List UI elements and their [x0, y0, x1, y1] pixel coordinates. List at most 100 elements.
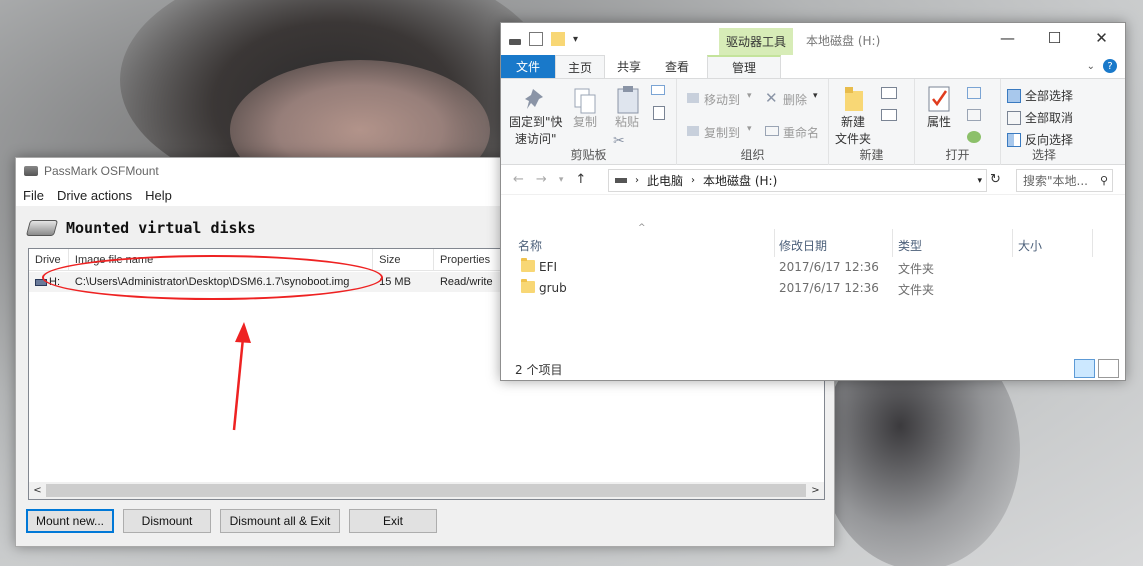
back-icon[interactable]: ← [513, 172, 524, 187]
recent-dropdown-icon[interactable]: ▾ [559, 175, 564, 185]
scrollbar-thumb[interactable] [46, 484, 806, 497]
select-none-button[interactable]: 全部取消 [1025, 109, 1073, 126]
window-controls: — ☐ ✕ [984, 23, 1125, 53]
paste-button[interactable]: 粘贴 [615, 113, 639, 130]
file-date: 2017/6/17 12:36 [779, 281, 879, 295]
select-none-icon [1007, 111, 1021, 125]
copy-button[interactable]: 复制 [573, 113, 597, 130]
horizontal-scrollbar[interactable]: < > [29, 482, 824, 499]
delete-dropdown-icon[interactable]: ▾ [813, 91, 818, 101]
search-icon[interactable]: ⚲ [1100, 174, 1108, 187]
folder-icon [521, 258, 535, 272]
easy-access-icon[interactable] [881, 109, 897, 121]
breadcrumb-drive[interactable]: 本地磁盘 (H:) [703, 172, 777, 189]
maximize-button[interactable]: ☐ [1031, 23, 1078, 53]
scroll-left-icon[interactable]: < [29, 485, 46, 496]
breadcrumb-this-pc[interactable]: 此电脑 [647, 172, 683, 189]
properties-button[interactable]: 属性 [927, 113, 951, 130]
drive-icon [615, 178, 627, 183]
properties-big-icon [928, 86, 950, 112]
delete-button[interactable]: 删除 [783, 91, 807, 108]
scroll-right-icon[interactable]: > [807, 485, 824, 496]
help-icon[interactable]: ? [1103, 59, 1117, 73]
tab-file[interactable]: 文件 [501, 55, 555, 78]
tab-view[interactable]: 查看 [653, 55, 701, 78]
menu-file[interactable]: File [23, 188, 44, 203]
tab-share[interactable]: 共享 [605, 55, 653, 78]
column-divider[interactable] [1092, 229, 1093, 257]
column-size[interactable]: 大小 [1018, 237, 1042, 254]
search-placeholder: 搜索"本地... [1023, 174, 1088, 188]
column-size[interactable]: Size [373, 249, 434, 270]
column-divider[interactable] [774, 229, 775, 257]
group-open: 属性 打开 [915, 79, 1001, 165]
new-folder-icon[interactable] [551, 32, 565, 46]
group-label: 剪贴板 [570, 148, 607, 162]
forward-icon[interactable]: → [536, 172, 547, 187]
rename-icon [765, 126, 779, 136]
dismount-button[interactable]: Dismount [123, 509, 211, 533]
dismount-all-exit-button[interactable]: Dismount all & Exit [220, 509, 340, 533]
folder-icon [521, 279, 535, 293]
copy-icon [574, 88, 596, 114]
cut-path-icon[interactable] [651, 85, 665, 95]
address-dropdown-icon[interactable]: ▾ [977, 176, 982, 186]
exit-button[interactable]: Exit [349, 509, 437, 533]
select-all-button[interactable]: 全部选择 [1025, 87, 1073, 104]
window-title: PassMark OSFMount [44, 164, 159, 178]
group-clipboard: 固定到"快 速访问" 复制 粘贴 ✂ 剪贴板 [501, 79, 677, 165]
group-label: 新建 [859, 148, 884, 162]
move-to-button[interactable]: 移动到 [704, 91, 740, 108]
menu-drive-actions[interactable]: Drive actions [57, 188, 132, 203]
sort-ascending-icon: ^ [638, 223, 646, 233]
up-icon[interactable]: ↑ [575, 172, 586, 187]
mount-new-button[interactable]: Mount new... [26, 509, 114, 533]
pin-to-quick-access-button[interactable]: 固定到"快 [509, 113, 563, 130]
history-icon[interactable] [967, 131, 981, 143]
large-icons-view-icon[interactable] [1098, 359, 1119, 378]
list-item[interactable]: EFI 2017/6/17 12:36 文件夹 [501, 257, 1125, 278]
details-view-icon[interactable] [1074, 359, 1095, 378]
group-label: 选择 [1031, 148, 1056, 162]
ribbon-expand-icon[interactable]: ⌄ [1087, 61, 1095, 72]
column-divider[interactable] [892, 229, 893, 257]
file-date: 2017/6/17 12:36 [779, 260, 879, 274]
close-button[interactable]: ✕ [1078, 23, 1125, 53]
group-organize: 移动到 ▾ 复制到 ▾ ✕ 删除 ▾ 重命名 组织 [677, 79, 829, 165]
refresh-icon[interactable]: ↻ [990, 172, 1001, 187]
column-divider[interactable] [1012, 229, 1013, 257]
edit-icon[interactable] [967, 109, 981, 121]
pin-label-line2: 速访问" [515, 132, 557, 146]
move-to-dropdown-icon[interactable]: ▾ [747, 91, 752, 101]
tab-manage[interactable]: 管理 [707, 55, 782, 78]
column-date[interactable]: 修改日期 [779, 237, 827, 254]
minimize-button[interactable]: — [984, 23, 1031, 53]
button-bar: Mount new... Dismount Dismount all & Exi… [26, 509, 446, 533]
menu-help[interactable]: Help [145, 188, 172, 203]
ribbon-tabs: 文件 主页 共享 查看 管理 ⌄ ? [501, 55, 1125, 79]
address-bar[interactable]: › 此电脑 › 本地磁盘 (H:) ▾ [608, 169, 987, 192]
window-title: 本地磁盘 (H:) [806, 34, 881, 48]
open-icon[interactable] [967, 87, 981, 99]
file-type: 文件夹 [898, 283, 935, 297]
list-item[interactable]: grub 2017/6/17 12:36 文件夹 [501, 278, 1125, 299]
breadcrumb-separator-icon: › [691, 175, 696, 186]
new-item-icon[interactable] [881, 87, 897, 99]
file-type: 文件夹 [898, 262, 935, 276]
copy-to-dropdown-icon[interactable]: ▾ [747, 124, 752, 134]
breadcrumb-separator-icon: › [635, 175, 639, 186]
column-name[interactable]: 名称 [518, 237, 542, 254]
paste-shortcut-icon[interactable] [653, 106, 665, 120]
search-input[interactable]: 搜索"本地... ⚲ [1016, 169, 1113, 192]
tab-home[interactable]: 主页 [555, 55, 606, 78]
group-label: 组织 [740, 148, 765, 162]
copy-to-button[interactable]: 复制到 [704, 124, 740, 141]
qa-dropdown-icon[interactable]: ▾ [573, 34, 578, 45]
explorer-titlebar[interactable]: ▾ 驱动器工具 本地磁盘 (H:) — ☐ ✕ [501, 23, 1125, 55]
explorer-window: ▾ 驱动器工具 本地磁盘 (H:) — ☐ ✕ 文件 主页 共享 查看 管理 ⌄… [500, 22, 1126, 381]
column-type[interactable]: 类型 [898, 237, 922, 254]
new-folder-button[interactable]: 新建 [841, 113, 865, 130]
rename-button[interactable]: 重命名 [783, 124, 819, 141]
properties-icon[interactable] [529, 32, 543, 46]
invert-selection-icon [1007, 133, 1021, 147]
